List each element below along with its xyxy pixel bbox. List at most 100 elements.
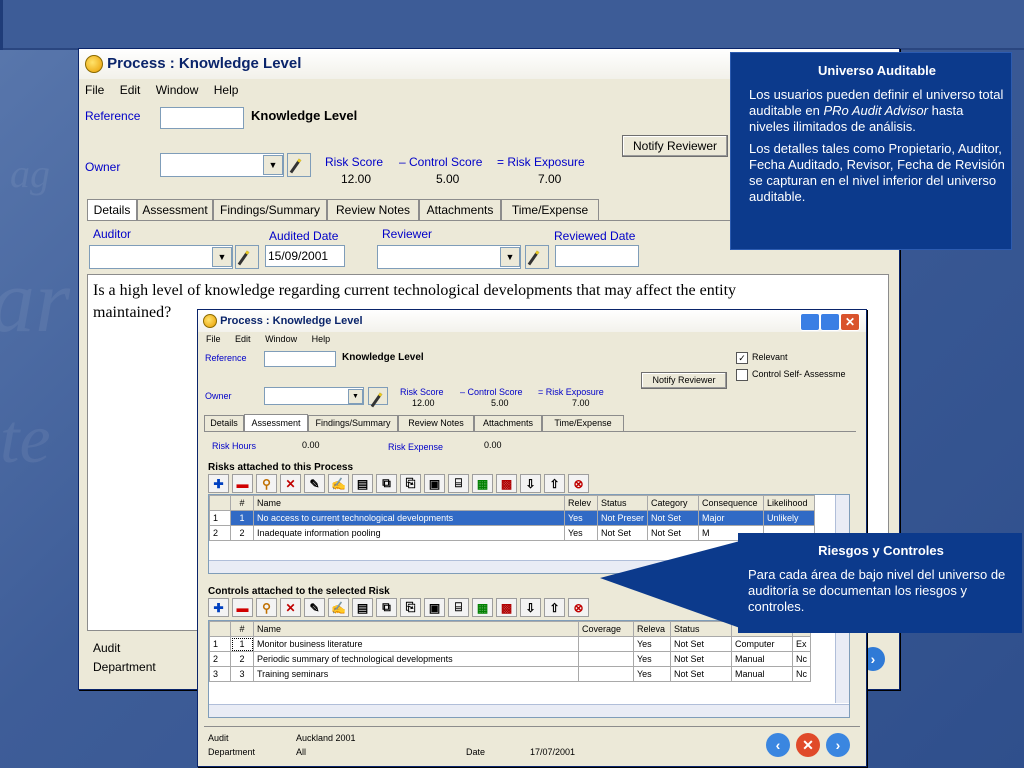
close-icon[interactable]: ✕ <box>840 313 860 331</box>
tab-assessment[interactable]: Assessment <box>137 199 213 220</box>
filter-clear-icon[interactable]: ⊗ <box>568 598 589 617</box>
tab-details[interactable]: Details <box>204 415 244 431</box>
edit-pencil-icon[interactable] <box>235 245 259 269</box>
cancel-icon[interactable]: ✕ <box>796 733 820 757</box>
chevron-down-icon[interactable]: ▼ <box>212 247 232 267</box>
remove-icon[interactable]: ▬ <box>232 474 253 493</box>
reference-label: Reference <box>85 109 141 123</box>
tab-findings[interactable]: Findings/Summary <box>308 415 398 431</box>
table-cell: Major <box>698 510 765 526</box>
tab-review-notes[interactable]: Review Notes <box>327 199 419 220</box>
add-icon[interactable]: ✚ <box>208 474 229 493</box>
unlink-icon[interactable]: ✕ <box>280 474 301 493</box>
menu-help[interactable]: Help <box>214 83 239 97</box>
column-header[interactable]: Consequence <box>698 495 765 511</box>
properties-icon[interactable]: ▤ <box>352 598 373 617</box>
copy-icon[interactable]: ⧉ <box>376 598 397 617</box>
menu-window[interactable]: Window <box>156 83 199 97</box>
link-icon[interactable]: ⚲ <box>256 474 277 493</box>
tab-divider <box>204 431 856 432</box>
column-header[interactable]: Name <box>253 495 565 511</box>
self-assessment-label: Control Self- Assessme <box>752 369 846 379</box>
copy-icon[interactable]: ⧉ <box>376 474 397 493</box>
tab-details[interactable]: Details <box>87 199 137 220</box>
properties-icon[interactable]: ▤ <box>352 474 373 493</box>
save-icon[interactable]: ▣ <box>424 474 445 493</box>
front-title-bar[interactable]: Process : Knowledge Level <box>198 310 866 332</box>
table-row[interactable]: 2 2 Periodic summary of technological de… <box>209 651 811 667</box>
open-folder-icon[interactable]: ⌸ <box>448 474 469 493</box>
tab-attachments[interactable]: Attachments <box>474 415 542 431</box>
table-cell: Not Set <box>670 651 732 667</box>
edit-pencil-icon[interactable] <box>368 387 388 405</box>
column-header[interactable]: Category <box>647 495 700 511</box>
minimize-button[interactable] <box>800 313 820 331</box>
unlink-icon[interactable]: ✕ <box>280 598 301 617</box>
menu-window[interactable]: Window <box>265 334 297 344</box>
owner-label: Owner <box>85 160 121 174</box>
paste-icon[interactable]: ⎘ <box>400 474 421 493</box>
grid-icon[interactable]: ▩ <box>496 474 517 493</box>
paste-icon[interactable]: ⎘ <box>400 598 421 617</box>
notify-reviewer-button[interactable]: Notify Reviewer <box>622 135 728 157</box>
save-icon[interactable]: ▣ <box>424 598 445 617</box>
link-icon[interactable]: ⚲ <box>256 598 277 617</box>
tab-time-expense[interactable]: Time/Expense <box>501 199 599 220</box>
table-cell: 1 <box>230 510 254 526</box>
background-watermark: ag <box>10 151 50 196</box>
edit-multi-icon[interactable]: ✍ <box>328 474 349 493</box>
tab-review-notes[interactable]: Review Notes <box>398 415 474 431</box>
menu-edit[interactable]: Edit <box>120 83 141 97</box>
table-row[interactable]: 3 3 Training seminars Yes Not Set Manual… <box>209 666 811 682</box>
column-header[interactable]: Name <box>253 621 579 637</box>
audited-date-field[interactable]: 15/09/2001 <box>265 245 345 267</box>
export-icon[interactable]: ⇧ <box>544 474 565 493</box>
remove-icon[interactable]: ▬ <box>232 598 253 617</box>
edit-pencil-icon[interactable] <box>525 245 549 269</box>
column-header[interactable]: Likelihood <box>763 495 816 511</box>
table-row[interactable]: 1 1 No access to current technological d… <box>209 510 816 526</box>
column-header[interactable]: Status <box>596 495 649 511</box>
column-header[interactable]: # <box>230 495 254 511</box>
tab-assessment[interactable]: Assessment <box>244 414 308 431</box>
controls-vertical-scrollbar[interactable] <box>835 621 849 703</box>
controls-horizontal-scrollbar[interactable] <box>209 704 849 717</box>
notify-reviewer-button[interactable]: Notify Reviewer <box>641 372 727 389</box>
menu-file[interactable]: File <box>85 83 104 97</box>
relevant-checkbox[interactable]: ✓ <box>736 352 748 364</box>
reference-field[interactable] <box>160 107 244 129</box>
edit-icon[interactable]: ✎ <box>304 474 325 493</box>
row-number: 3 <box>209 666 231 682</box>
tab-time-expense[interactable]: Time/Expense <box>542 415 624 431</box>
forward-arrow-icon[interactable]: › <box>826 733 850 757</box>
edit-icon[interactable]: ✎ <box>304 598 325 617</box>
chevron-down-icon[interactable]: ▼ <box>348 389 363 404</box>
menu-help[interactable]: Help <box>312 334 331 344</box>
reviewed-date-field[interactable] <box>555 245 639 267</box>
spreadsheet-icon[interactable]: ▦ <box>472 598 493 617</box>
filter-clear-icon[interactable]: ⊗ <box>568 474 589 493</box>
chevron-down-icon[interactable]: ▼ <box>500 247 520 267</box>
reference-field[interactable] <box>264 351 336 367</box>
menu-edit[interactable]: Edit <box>235 334 251 344</box>
back-arrow-icon[interactable]: ‹ <box>766 733 790 757</box>
edit-pencil-icon[interactable] <box>287 153 311 177</box>
menu-file[interactable]: File <box>206 334 221 344</box>
tab-attachments[interactable]: Attachments <box>419 199 501 220</box>
import-icon[interactable]: ⇩ <box>520 598 541 617</box>
open-folder-icon[interactable]: ⌸ <box>448 598 469 617</box>
spreadsheet-icon[interactable]: ▦ <box>472 474 493 493</box>
edit-multi-icon[interactable]: ✍ <box>328 598 349 617</box>
maximize-button[interactable] <box>820 313 840 331</box>
export-icon[interactable]: ⇧ <box>544 598 565 617</box>
chevron-down-icon[interactable]: ▼ <box>263 155 283 175</box>
controls-grid[interactable]: # Name Coverage Releva Status 1 1 Monito… <box>208 620 850 718</box>
grid-icon[interactable]: ▩ <box>496 598 517 617</box>
column-header[interactable]: # <box>230 621 254 637</box>
column-header[interactable]: Relev <box>564 495 598 511</box>
tab-findings[interactable]: Findings/Summary <box>213 199 327 220</box>
control-score-value: 5.00 <box>436 172 460 186</box>
add-icon[interactable]: ✚ <box>208 598 229 617</box>
self-assessment-checkbox[interactable] <box>736 369 748 381</box>
import-icon[interactable]: ⇩ <box>520 474 541 493</box>
